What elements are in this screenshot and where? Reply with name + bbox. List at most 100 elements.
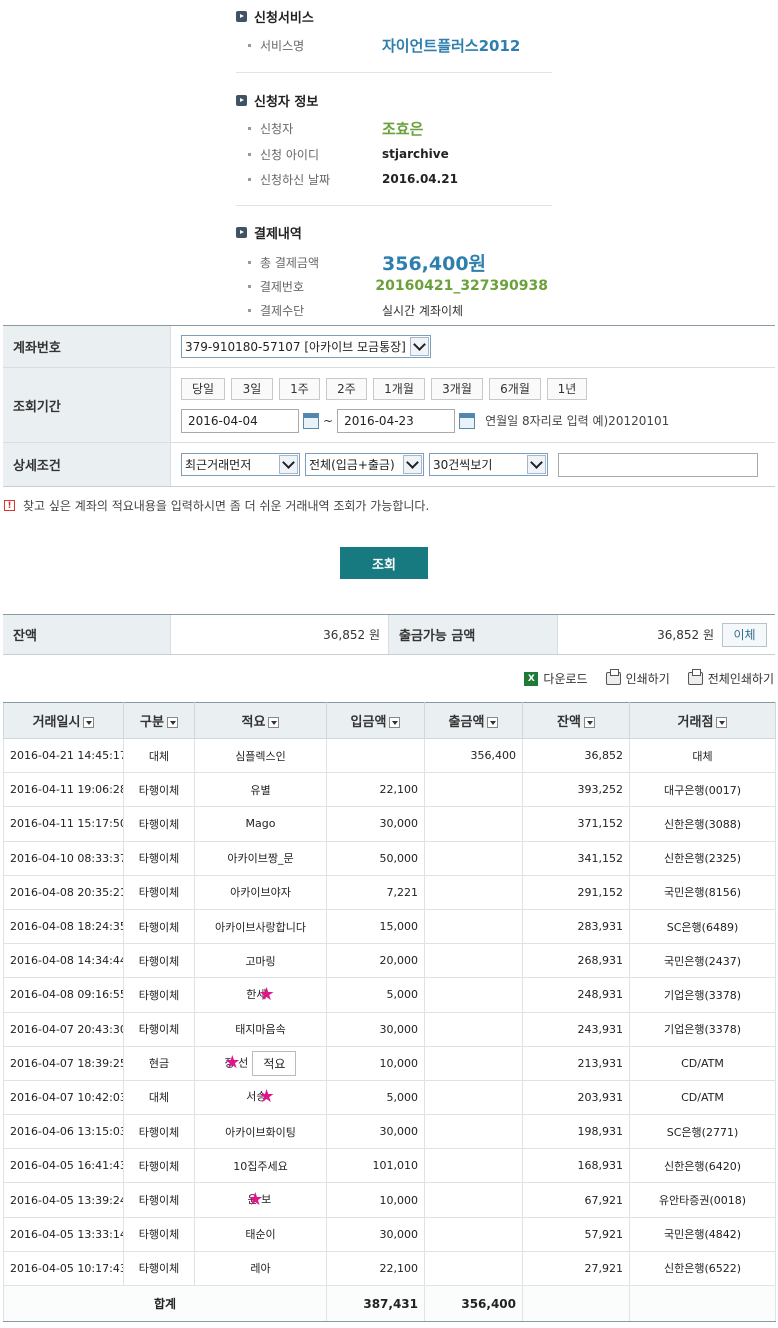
sort-icon[interactable] <box>268 717 280 728</box>
period-2week-button[interactable]: 2주 <box>326 377 367 400</box>
applicant-name-value: 조효은 <box>382 119 424 138</box>
cell-withdraw <box>424 1182 523 1218</box>
col-memo-header[interactable]: 적요 <box>194 702 327 739</box>
table-row[interactable]: 2016-04-08 18:24:35 타행이체 아카이브사랑합니다 15,000 28… <box>3 908 776 945</box>
cell-deposit: 30,000 <box>326 1011 425 1047</box>
cell-memo: 10집주세요 <box>194 1148 327 1184</box>
table-row[interactable]: 2016-04-11 19:06:28 타행이체 유별 22,100 393,252 대구… <box>3 772 776 808</box>
cell-memo: 고마링 <box>194 943 327 979</box>
cell-balance: 341,152 <box>522 840 630 876</box>
table-row[interactable]: 2016-04-06 13:15:03 타행이체 아카이브화이팅 30,000 198,… <box>3 1114 776 1150</box>
table-row[interactable]: 2016-04-05 13:33:14 타행이체 태순이 30,000 57,921 국민… <box>3 1216 776 1252</box>
chevron-down-icon <box>410 337 429 356</box>
start-date-input[interactable]: 2016-04-04 <box>181 408 299 433</box>
table-row[interactable]: 2016-04-07 10:42:03 대체 서승★ 5,000 203,931 CD/A… <box>3 1079 776 1116</box>
cell-branch: 신한은행(6420) <box>629 1148 776 1184</box>
balance-label: 잔액 <box>3 615 171 654</box>
print-all-button[interactable]: 전체인쇄하기 <box>687 669 774 687</box>
cell-memo: 윤 보★ <box>194 1182 327 1218</box>
cell-datetime: 2016-04-06 13:15:03 <box>3 1114 124 1150</box>
account-select[interactable]: 379-910180-57107 [아카이브 모금통장] <box>181 335 431 358</box>
cell-balance: 168,931 <box>522 1148 630 1184</box>
cell-datetime: 2016-04-07 18:39:25 <box>3 1045 124 1081</box>
table-row[interactable]: 2016-04-05 13:39:24 타행이체 윤 보★ 10,000 67,921 유… <box>3 1182 776 1218</box>
cell-datetime: 2016-04-08 14:34:44 <box>3 943 124 979</box>
cell-deposit: 10,000 <box>326 1182 425 1218</box>
table-toolbar: X 다운로드 인쇄하기 전체인쇄하기 <box>506 669 774 687</box>
period-today-button[interactable]: 당일 <box>181 377 225 400</box>
sort-icon[interactable] <box>583 717 595 728</box>
account-label: 계좌번호 <box>3 326 171 367</box>
search-notice: ! 찾고 싶은 계좌의 적요내용을 입력하시면 좀 더 쉬운 거래내역 조회가 … <box>4 497 429 514</box>
cell-withdraw: 356,400 <box>424 737 523 774</box>
col-deposit-header[interactable]: 입금액 <box>326 702 425 739</box>
cell-balance: 393,252 <box>522 772 630 808</box>
table-row[interactable]: 2016-04-11 15:17:50 타행이체 Mago 30,000 371,152… <box>3 806 776 842</box>
bullet-icon <box>248 152 251 156</box>
col-withdraw-header[interactable]: 출금액 <box>424 702 523 739</box>
period-1week-button[interactable]: 1주 <box>279 377 320 400</box>
col-datetime-header[interactable]: 거래일시 <box>3 702 124 739</box>
table-row[interactable]: 2016-04-08 20:35:21 타행이체 아카이브야자 7,221 291,15… <box>3 874 776 910</box>
search-button[interactable]: 조회 <box>340 547 428 579</box>
col-type-header[interactable]: 구분 <box>123 702 195 739</box>
sort-icon[interactable] <box>716 717 728 728</box>
bullet-icon <box>248 43 251 47</box>
cell-type: 현금 <box>123 1045 195 1081</box>
applicant-section-title: 신청자 정보 <box>236 91 318 110</box>
cell-branch: 유안타증권(0018) <box>629 1182 776 1218</box>
calendar-icon[interactable] <box>303 412 319 429</box>
cell-type: 타행이체 <box>123 1114 195 1150</box>
cell-memo: 유별 <box>194 772 327 808</box>
bullet-icon <box>248 308 251 312</box>
cell-balance: 268,931 <box>522 943 630 979</box>
keyword-input[interactable] <box>558 452 758 477</box>
applicant-id-value: stjarchive <box>382 147 449 161</box>
section-arrow-icon <box>236 226 247 238</box>
period-3month-button[interactable]: 3개월 <box>431 377 483 400</box>
table-row[interactable]: 2016-04-07 18:39:25 현금 장 선★ 적요 10,000 213,931… <box>3 1045 776 1081</box>
table-row[interactable]: 2016-04-10 08:33:37 타행이체 아카이브짱_문 50,000 341,… <box>3 840 776 876</box>
cell-withdraw <box>424 1148 523 1184</box>
sort-icon[interactable] <box>83 717 95 728</box>
table-row[interactable]: 2016-04-05 16:41:43 타행이체 10집주세요 101,010 168,… <box>3 1148 776 1184</box>
table-row[interactable]: 2016-04-08 09:16:55 타행이체 한세★ 5,000 248,931 기업… <box>3 977 776 1013</box>
sort-icon[interactable] <box>389 717 401 728</box>
total-row: 합계 387,431 356,400 <box>3 1285 776 1322</box>
total-label: 합계 <box>3 1285 327 1322</box>
cell-memo: 장 선★ 적요 <box>194 1045 327 1081</box>
table-row[interactable]: 2016-04-08 14:34:44 타행이체 고마링 20,000 268,931 국… <box>3 943 776 979</box>
cell-withdraw <box>424 977 523 1013</box>
transfer-button[interactable]: 이체 <box>722 622 767 647</box>
divider <box>236 205 552 206</box>
cell-datetime: 2016-04-05 10:17:43 <box>3 1250 124 1287</box>
cell-memo: 심플렉스인 <box>194 737 327 774</box>
count-select[interactable]: 30건씩보기 <box>429 453 548 476</box>
table-row[interactable]: 2016-04-07 20:43:30 타행이체 태지마음속 30,000 243,93… <box>3 1011 776 1047</box>
col-branch-header[interactable]: 거래점 <box>629 702 776 739</box>
cell-branch: 기업은행(3378) <box>629 1011 776 1047</box>
table-row[interactable]: 2016-04-05 10:17:43 타행이체 레아 22,100 27,921 신한은… <box>3 1250 776 1287</box>
order-select[interactable]: 최근거래먼저 <box>181 453 300 476</box>
period-3day-button[interactable]: 3일 <box>231 377 273 400</box>
type-select[interactable]: 전체(입금+출금) <box>305 453 424 476</box>
cell-deposit: 30,000 <box>326 1114 425 1150</box>
cell-branch: CD/ATM <box>629 1045 776 1081</box>
end-date-input[interactable]: 2016-04-23 <box>337 408 456 433</box>
warning-icon: ! <box>4 500 15 511</box>
cell-branch: 대구은행(0017) <box>629 772 776 808</box>
available-value: 36,852 원 <box>657 628 714 642</box>
cell-deposit: 7,221 <box>326 874 425 910</box>
period-6month-button[interactable]: 6개월 <box>489 377 541 400</box>
col-balance-header[interactable]: 잔액 <box>522 702 630 739</box>
download-button[interactable]: X 다운로드 <box>524 670 588 687</box>
table-row[interactable]: 2016-04-21 14:45:17 대체 심플렉스인 356,400 36,852 대… <box>3 737 776 774</box>
star-icon: ★ <box>258 1086 275 1108</box>
calendar-icon[interactable] <box>459 412 476 429</box>
period-1month-button[interactable]: 1개월 <box>373 377 425 400</box>
period-1year-button[interactable]: 1년 <box>547 377 587 400</box>
sort-icon[interactable] <box>166 717 178 728</box>
sort-icon[interactable] <box>487 717 499 728</box>
memo-tag-button[interactable]: 적요 <box>252 1050 297 1076</box>
print-button[interactable]: 인쇄하기 <box>605 669 670 687</box>
